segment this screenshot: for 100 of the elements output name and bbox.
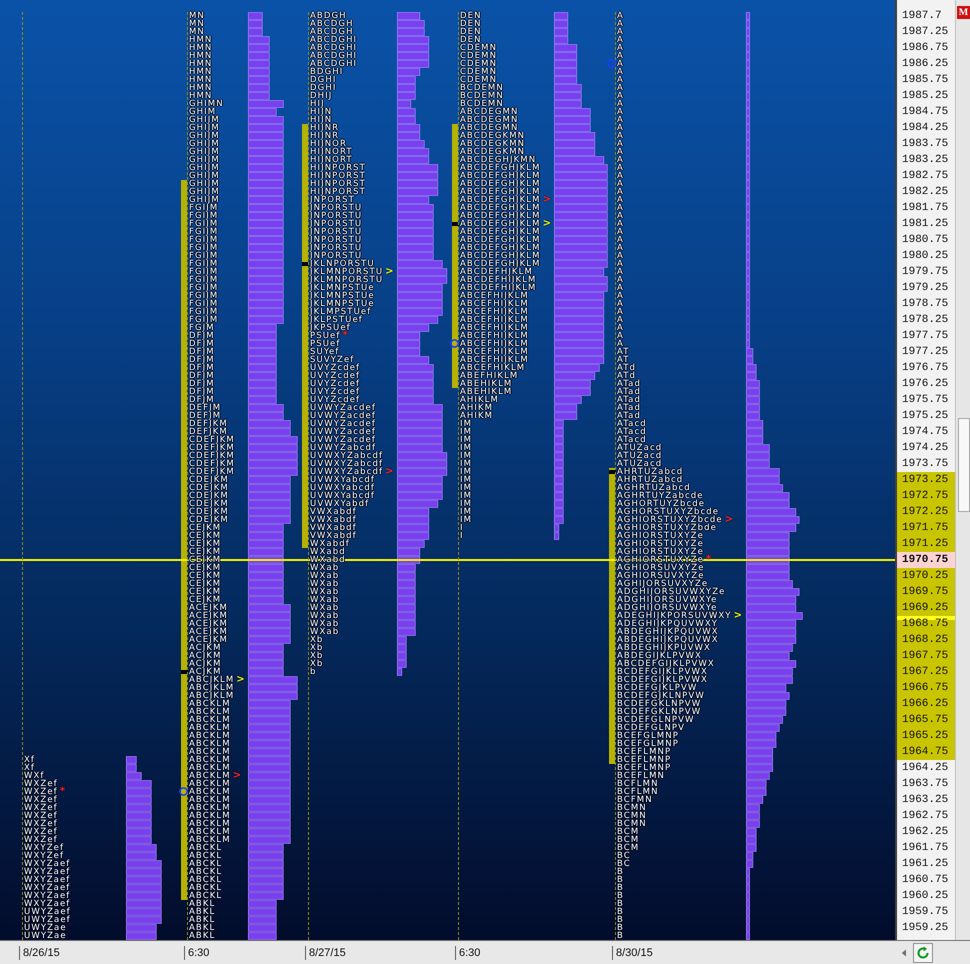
tpo-letters: WXab	[309, 580, 340, 588]
tpo-letters: ABKL	[188, 900, 216, 908]
tpo-letters: MN	[188, 20, 205, 28]
tpo-letters: ABCDEFHJKLM	[459, 268, 533, 276]
tpo-letters: BCDEMN	[459, 92, 504, 100]
tpo-letters: ABCDGH	[309, 28, 354, 36]
tpo-letters: BC	[616, 852, 631, 860]
tpo-letters: BCFMN	[616, 796, 653, 804]
tpo-letters: JKLMNPORSTU	[309, 276, 384, 284]
tpo-letters: ABCEFHIKLM	[459, 364, 526, 372]
price-label: 1974.25	[901, 441, 950, 456]
tpo-letters: BCEFLMNP	[616, 748, 672, 756]
tpo-letters: A	[616, 324, 624, 332]
tpo-letters: ABCKLM	[188, 772, 231, 780]
tpo-letters: CDEJKM	[188, 484, 229, 492]
tpo-letters: FGIJM	[188, 252, 218, 260]
tpo-letters: WXab	[309, 628, 340, 636]
tpo-letters: IM	[459, 460, 472, 468]
price-label: 1982.75	[901, 169, 950, 184]
tpo-letters: HIJNR	[309, 132, 340, 140]
tpo-letters: DEN	[459, 20, 482, 28]
tpo-letters: CEJKM	[188, 540, 222, 548]
tpo-letters: WXZef	[23, 828, 58, 836]
tpo-letters: BCDEFGJKLPVW	[616, 684, 698, 692]
tpo-letters: FGIJM	[188, 212, 218, 220]
tpo-letters: DEFJKM	[188, 428, 228, 436]
tpo-letters: ABCKL	[188, 860, 222, 868]
tpo-letters: ABCKLM	[188, 796, 231, 804]
m-badge[interactable]: M	[957, 6, 970, 19]
tpo-letters: ABCDEFGHJKLM	[459, 204, 541, 212]
tpo-letters: WXabd	[309, 548, 346, 556]
tpo-letters: A	[616, 36, 624, 44]
tpo-letters: VWXabdf	[309, 532, 357, 540]
tpo-letters: AGHRTUZabcd	[616, 484, 691, 492]
tpo-letters: AT	[616, 356, 630, 364]
tpo-letters: ATd	[616, 364, 636, 372]
tpo-letters: CDEMN	[459, 60, 498, 68]
tpo-letters: WXZef	[23, 820, 58, 828]
tpo-letters: GHIJM	[188, 140, 220, 148]
tpo-letters: ABCDEGKMN	[459, 140, 526, 148]
tpo-letters: A	[616, 28, 624, 36]
tpo-letters: HIJNR	[309, 124, 340, 132]
tpo-letters: I	[459, 524, 464, 532]
tpo-letters: ABCKL	[188, 852, 222, 860]
tpo-letters: DGHI	[309, 84, 336, 92]
tpo-letters: DFJM	[188, 332, 215, 340]
tpo-letters: FGIJM	[188, 204, 218, 212]
tpo-letters: DEFJKM	[188, 420, 228, 428]
tpo-letters: DFJM	[188, 396, 215, 404]
tpo-letters: IM	[459, 516, 472, 524]
tpo-letters: A	[616, 260, 624, 268]
tpo-letters: DFJM	[188, 356, 215, 364]
tpo-letters: ABCKLM	[188, 748, 231, 756]
tpo-letters: ABCDGH	[309, 20, 354, 28]
tpo-letters: ABCEFHIJKLM	[459, 348, 529, 356]
tpo-letters: BCFLMN	[616, 788, 659, 796]
tpo-letters: GHIJM	[188, 156, 220, 164]
tpo-letters: AGHIORSUVXYZe	[616, 564, 705, 572]
tpo-letters: WXYZaef	[23, 868, 70, 876]
price-label: 1978.75	[901, 297, 950, 312]
price-label: 1960.25	[901, 889, 950, 904]
tpo-letters: CDEJKM	[188, 508, 229, 516]
tpo-letters: A	[616, 116, 624, 124]
tpo-letters: ABCEFHIJKLM	[459, 324, 529, 332]
tpo-letters: HIJNPORST	[310, 188, 366, 196]
price-label: 1966.75	[897, 680, 955, 696]
tpo-letters: GHIJM	[188, 116, 220, 124]
tpo-letters: UVWYZacdef	[309, 412, 376, 420]
tpo-letters: DEFJM	[188, 404, 222, 412]
time-label: 6:30	[455, 946, 480, 960]
tpo-letters: FGIJM	[188, 300, 218, 308]
tpo-letters: GHIMN	[188, 100, 224, 108]
tpo-letters: ABCKLM	[188, 740, 231, 748]
tpo-letters: ABCEFHIJKLM	[459, 308, 529, 316]
tpo-letters: UVWYZabcdf	[309, 444, 376, 452]
tpo-letters: A	[616, 340, 624, 348]
tpo-letters: AGHIORSTUXYZbde	[616, 524, 717, 532]
tpo-letters: ABKL	[188, 908, 216, 916]
tpo-letters: ATad	[616, 412, 641, 420]
tpo-letters: WXZef	[23, 788, 58, 796]
tpo-letters: Xb	[309, 652, 324, 660]
tpo-letters: PSUef	[309, 340, 340, 348]
tpo-letters: UVWXYZabcdf	[309, 468, 384, 476]
tpo-letters: ABCDEGKMN	[459, 148, 526, 156]
tpo-letters: ACEJKM	[188, 636, 228, 644]
tpo-letters: BCEFLMNP	[616, 756, 672, 764]
tpo-letters: JKPSUef	[309, 324, 351, 332]
marker-glyph: >	[542, 220, 551, 228]
tpo-letters: HIJ	[309, 100, 325, 108]
tpo-letters: DFJM	[188, 372, 215, 380]
tpo-letters: DHIJ	[309, 92, 332, 100]
tpo-letters: HIJN	[309, 108, 332, 116]
tpo-letters: ABCDGHI	[309, 36, 358, 44]
tpo-letters: WXZef	[23, 780, 58, 788]
price-label: 1959.75	[901, 905, 950, 920]
tpo-letters: A	[616, 44, 624, 52]
tpo-letters: ABCKL	[188, 844, 222, 852]
tpo-letters: ADGHIJORSUVWXYe	[616, 604, 718, 612]
tpo-letters: A	[616, 268, 624, 276]
price-label: 1967.25	[897, 664, 955, 680]
